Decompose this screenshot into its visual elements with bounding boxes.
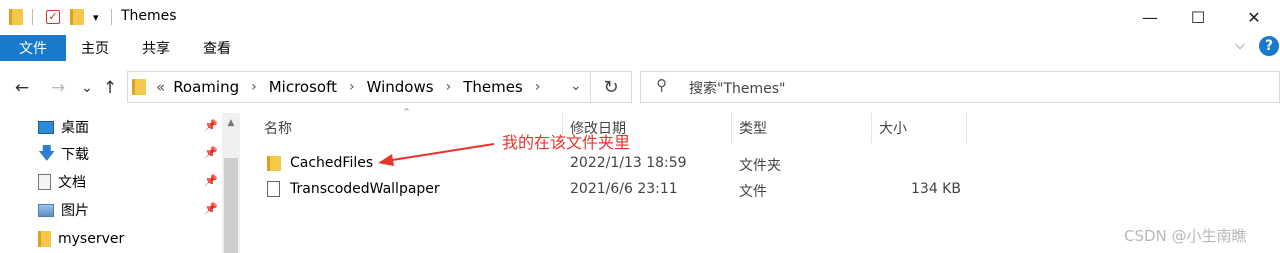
- forward-button[interactable]: →: [46, 74, 70, 102]
- breadcrumb-themes[interactable]: Themes: [463, 78, 523, 96]
- file-name: TranscodedWallpaper: [290, 181, 440, 197]
- breadcrumb-overflow[interactable]: «: [156, 78, 165, 96]
- documents-icon: [38, 174, 51, 190]
- column-header-type[interactable]: 类型: [739, 115, 767, 141]
- column-header-size[interactable]: 大小: [879, 115, 907, 141]
- tab-share[interactable]: 共享: [142, 35, 170, 61]
- sidebar-item-label: 图片: [61, 203, 89, 219]
- sidebar-item-label: myserver: [58, 231, 125, 247]
- column-header-name[interactable]: 名称: [264, 115, 292, 141]
- sidebar-item-label: 下载: [61, 147, 89, 163]
- search-placeholder: 搜索"Themes": [689, 81, 786, 97]
- title-separator: [111, 0, 112, 34]
- tab-home[interactable]: 主页: [81, 35, 109, 61]
- sidebar-item-myserver[interactable]: myserver: [38, 226, 124, 252]
- sort-ascending-icon: ⌃: [402, 106, 412, 119]
- customize-toolbar-chevron-icon[interactable]: ▾: [93, 0, 99, 34]
- list-item-cachedfiles[interactable]: CachedFiles: [267, 150, 373, 176]
- folder-icon: [132, 79, 146, 95]
- pictures-icon: [38, 203, 54, 217]
- file-icon: [267, 181, 280, 197]
- list-item-transcodedwallpaper[interactable]: TranscodedWallpaper: [267, 176, 440, 202]
- download-icon: 🡇: [38, 144, 56, 164]
- scroll-up-icon[interactable]: ▲: [222, 113, 240, 133]
- file-name: CachedFiles: [290, 155, 374, 171]
- annotation-text: 我的在该文件夹里: [502, 133, 631, 152]
- breadcrumb-separator[interactable]: ›: [349, 79, 355, 95]
- properties-icon[interactable]: ✓: [46, 0, 60, 34]
- sidebar-item-label: 桌面: [61, 120, 89, 136]
- breadcrumb-windows[interactable]: Windows: [367, 78, 434, 96]
- maximize-button[interactable]: ☐: [1175, 0, 1221, 34]
- breadcrumb-roaming[interactable]: Roaming: [173, 78, 239, 96]
- file-modified: 2022/1/13 18:59: [570, 155, 687, 171]
- column-divider[interactable]: [871, 113, 872, 143]
- refresh-button[interactable]: ↻: [591, 71, 632, 103]
- ribbon-bar: [0, 34, 1280, 62]
- scroll-thumb[interactable]: [224, 158, 238, 253]
- folder-icon: [267, 155, 281, 171]
- pin-icon[interactable]: 📌: [204, 202, 218, 215]
- quick-access-separator: [32, 0, 33, 34]
- desktop-icon: [38, 120, 54, 134]
- sidebar-item-downloads[interactable]: 🡇 下载: [38, 141, 89, 167]
- file-modified: 2021/6/6 23:11: [570, 181, 678, 197]
- sidebar-item-pictures[interactable]: 图片: [38, 197, 89, 223]
- pin-icon[interactable]: 📌: [204, 146, 218, 159]
- tab-view[interactable]: 查看: [203, 35, 231, 61]
- expand-ribbon-icon[interactable]: ⌵: [1235, 38, 1245, 53]
- quick-access-folder-icon[interactable]: [9, 0, 23, 34]
- help-icon[interactable]: ?: [1259, 36, 1279, 56]
- title-bar: [0, 0, 1280, 34]
- breadcrumb-separator[interactable]: ›: [251, 79, 257, 95]
- sidebar-item-label: 文档: [58, 175, 86, 191]
- column-divider[interactable]: [966, 113, 967, 143]
- folder-icon: [38, 231, 51, 247]
- breadcrumb: « Roaming › Microsoft › Windows › Themes…: [132, 71, 552, 103]
- window-title: Themes: [121, 8, 177, 24]
- pin-icon[interactable]: 📌: [204, 174, 218, 187]
- file-type: 文件: [739, 184, 767, 200]
- up-button[interactable]: ↑: [100, 74, 120, 102]
- watermark: CSDN @小生南瞧: [1124, 227, 1247, 245]
- close-button[interactable]: ✕: [1231, 0, 1277, 34]
- breadcrumb-separator[interactable]: ›: [446, 79, 452, 95]
- pin-icon[interactable]: 📌: [204, 119, 218, 132]
- address-dropdown-icon[interactable]: ⌄: [570, 78, 582, 94]
- search-icon: ⚲: [656, 76, 667, 94]
- recent-locations-button[interactable]: ⌄: [78, 74, 96, 102]
- annotation-arrow: [378, 143, 495, 166]
- sidebar-item-desktop[interactable]: 桌面: [38, 114, 89, 140]
- breadcrumb-separator[interactable]: ›: [535, 79, 541, 95]
- breadcrumb-microsoft[interactable]: Microsoft: [269, 78, 337, 96]
- minimize-button[interactable]: —: [1127, 0, 1173, 34]
- file-type: 文件夹: [739, 158, 781, 174]
- tab-file[interactable]: 文件: [0, 35, 66, 61]
- file-size: 134 KB: [911, 181, 961, 197]
- column-divider[interactable]: [731, 113, 732, 143]
- sidebar-item-documents[interactable]: 文档: [38, 169, 86, 195]
- new-folder-icon[interactable]: [70, 0, 84, 34]
- back-button[interactable]: ←: [10, 74, 34, 102]
